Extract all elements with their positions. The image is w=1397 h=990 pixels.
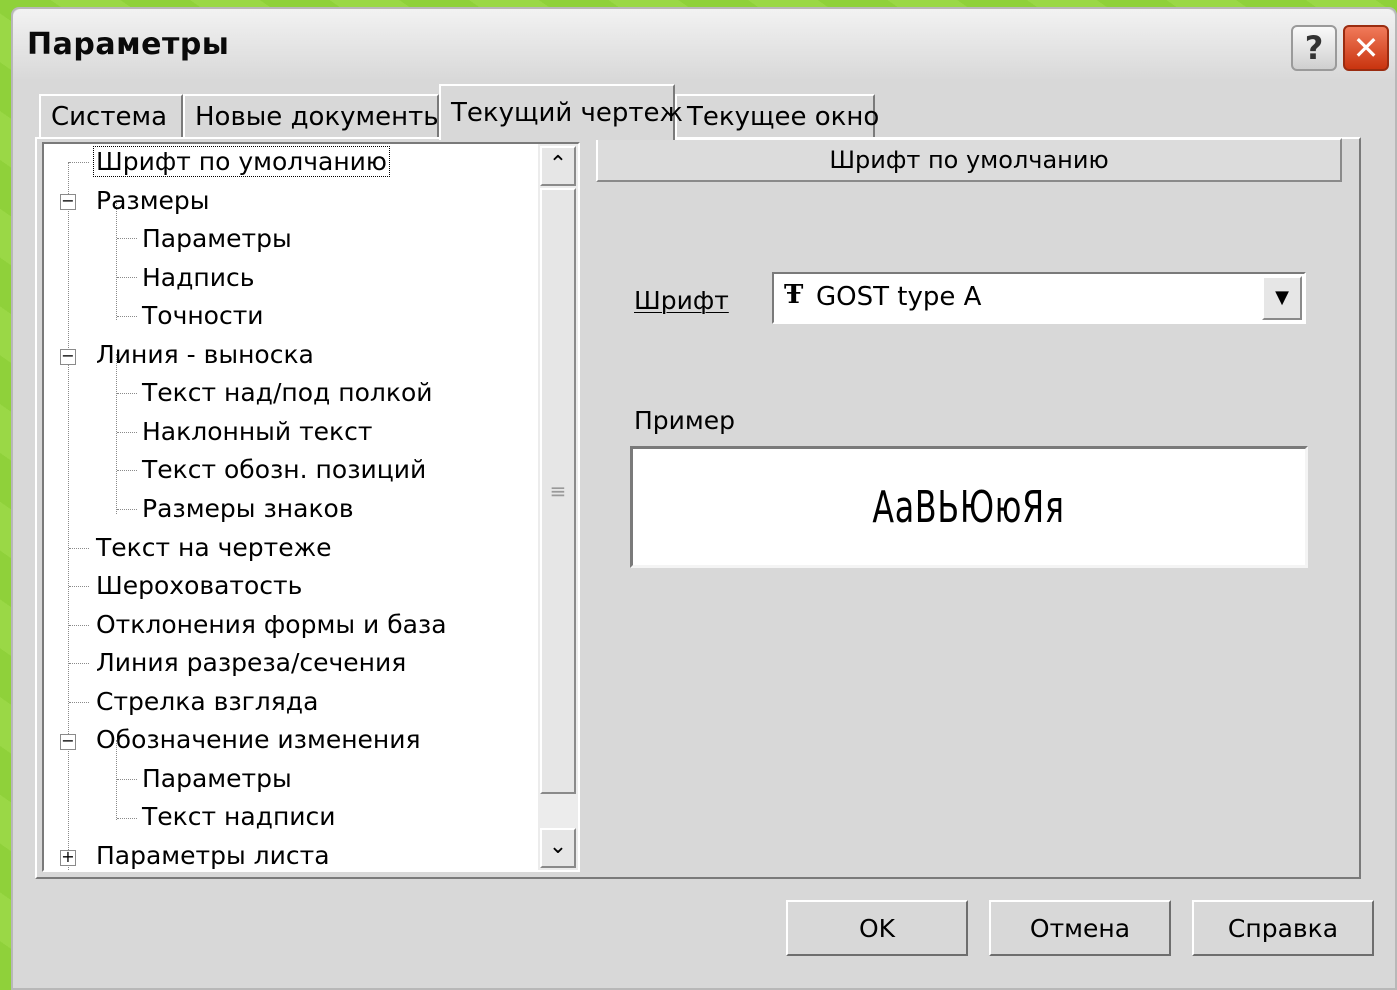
tab-current-window[interactable]: Текущее окно xyxy=(675,94,879,138)
tree-item-label: Параметры xyxy=(142,764,292,793)
collapse-icon[interactable]: − xyxy=(60,193,76,210)
settings-tree[interactable]: − − − + Шрифт по умолчанию Размеры Парам… xyxy=(42,142,580,872)
tree-connector xyxy=(69,586,89,587)
tree-item-label: Параметры листа xyxy=(96,841,330,870)
grip-icon: ≡ xyxy=(549,479,567,503)
tree-item-label: Линия разреза/сечения xyxy=(96,648,407,677)
ok-button[interactable]: OK xyxy=(786,900,968,956)
tree-scrollbar[interactable]: ⌃ ≡ ⌄ xyxy=(538,144,578,870)
tree-connector xyxy=(117,509,137,510)
tree-item-section-line[interactable]: Линия разреза/сечения xyxy=(94,645,408,681)
tree-item-sheet-parameters[interactable]: Параметры листа xyxy=(94,838,332,870)
tree-connector xyxy=(117,432,137,433)
tree-connector xyxy=(69,548,89,549)
tree-item-label: Отклонения формы и база xyxy=(96,610,447,639)
tree-item-default-font[interactable]: Шрифт по умолчанию xyxy=(93,144,390,180)
tree-connector xyxy=(69,625,89,626)
tree-item-position-text[interactable]: Текст обозн. позиций xyxy=(140,452,428,488)
help-title-button[interactable]: ? xyxy=(1291,25,1337,71)
tree-item-change-parameters[interactable]: Параметры xyxy=(140,761,294,797)
cancel-button[interactable]: Отмена xyxy=(989,900,1171,956)
tree-item-label: Размеры xyxy=(96,186,210,215)
tree-item-label: Надпись xyxy=(142,263,255,292)
tree-item-label: Текст надписи xyxy=(142,802,336,831)
collapse-icon[interactable]: − xyxy=(60,348,76,365)
tree-item-label: Размеры знаков xyxy=(142,494,354,523)
tree-item-dimensions[interactable]: Размеры xyxy=(94,183,212,219)
font-sample-box: АаВЬЮюЯя xyxy=(630,446,1308,568)
tree-item-sign-sizes[interactable]: Размеры знаков xyxy=(140,491,356,527)
tree-item-label: Обозначение изменения xyxy=(96,725,421,754)
tree-connector xyxy=(117,277,137,278)
tree-branch-line xyxy=(116,354,117,514)
font-sample-text: АаВЬЮюЯя xyxy=(872,481,1066,533)
tree-item-label: Текст обозн. позиций xyxy=(142,455,427,484)
tree-root-line xyxy=(68,162,69,870)
section-header: Шрифт по умолчанию xyxy=(596,138,1342,182)
tree-item-label: Линия - выноска xyxy=(96,340,314,369)
tree-connector xyxy=(117,470,137,471)
tree-connector xyxy=(69,663,89,664)
tab-new-documents[interactable]: Новые документы xyxy=(183,94,444,138)
tree-item-inscription[interactable]: Надпись xyxy=(140,260,256,296)
font-select[interactable]: Ŧ GOST type A ▼ xyxy=(772,272,1306,324)
tree-item-label: Шероховатость xyxy=(96,571,303,600)
scroll-thumb[interactable]: ≡ xyxy=(540,188,576,794)
tree-connector xyxy=(69,162,89,163)
tree-item-text-above-below-shelf[interactable]: Текст над/под полкой xyxy=(140,375,435,411)
tree-item-label: Текст над/под полкой xyxy=(142,378,433,407)
tree-item-leader-line[interactable]: Линия - выноска xyxy=(94,337,316,373)
tab-current-drawing[interactable]: Текущий чертеж xyxy=(439,84,683,140)
tree-item-dimensions-parameters[interactable]: Параметры xyxy=(140,221,294,257)
tree-item-accuracy[interactable]: Точности xyxy=(140,298,266,334)
tree-item-view-arrow[interactable]: Стрелка взгляда xyxy=(94,684,320,720)
tree-item-change-designation[interactable]: Обозначение изменения xyxy=(94,722,423,758)
expand-icon[interactable]: + xyxy=(60,849,76,866)
tree-item-label: Текст на чертеже xyxy=(96,533,332,562)
title-bar[interactable]: Параметры ? ✕ xyxy=(13,9,1395,81)
tree-item-label: Параметры xyxy=(142,224,292,253)
close-button[interactable]: ✕ xyxy=(1343,25,1389,71)
tree-connector xyxy=(69,702,89,703)
tab-system[interactable]: Система xyxy=(39,94,183,138)
font-label: Шрифт xyxy=(634,286,729,315)
tree-item-form-deviations[interactable]: Отклонения формы и база xyxy=(94,607,449,643)
tree-connector xyxy=(117,238,137,239)
tree-items: − − − + Шрифт по умолчанию Размеры Парам… xyxy=(44,144,536,870)
scroll-up-icon[interactable]: ⌃ xyxy=(540,146,576,186)
tree-item-roughness[interactable]: Шероховатость xyxy=(94,568,304,604)
tree-connector xyxy=(117,316,137,317)
chevron-down-icon[interactable]: ▼ xyxy=(1262,276,1302,320)
tree-item-inclined-text[interactable]: Наклонный текст xyxy=(140,414,374,450)
tree-item-label: Точности xyxy=(142,301,264,330)
help-button[interactable]: Справка xyxy=(1192,900,1374,956)
scroll-down-icon[interactable]: ⌄ xyxy=(540,828,576,868)
tree-item-label: Шрифт по умолчанию xyxy=(93,146,390,177)
tree-connector xyxy=(117,393,137,394)
tree-connector xyxy=(117,779,137,780)
window-title: Параметры xyxy=(27,27,230,62)
sample-label: Пример xyxy=(634,406,736,435)
truetype-font-icon: Ŧ xyxy=(784,280,804,310)
tree-item-label: Стрелка взгляда xyxy=(96,687,319,716)
font-select-value: GOST type A xyxy=(816,282,982,312)
tree-item-inscription-text[interactable]: Текст надписи xyxy=(140,799,338,835)
tree-item-drawing-text[interactable]: Текст на чертеже xyxy=(94,530,334,566)
collapse-icon[interactable]: − xyxy=(60,733,76,750)
tree-connector xyxy=(117,818,137,819)
tree-item-label: Наклонный текст xyxy=(142,417,373,446)
